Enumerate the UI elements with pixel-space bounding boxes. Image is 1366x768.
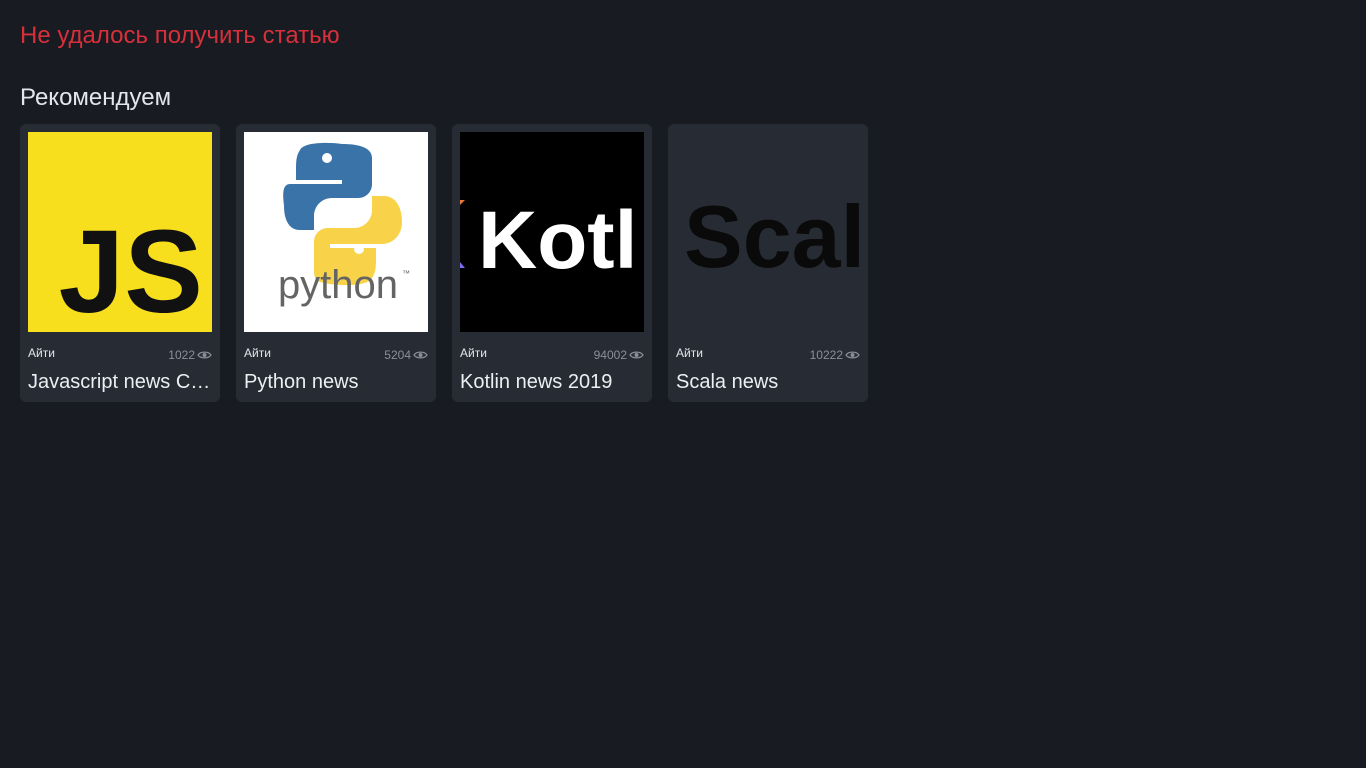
- views-count: 1022: [168, 348, 195, 362]
- article-meta: Айти 94002: [460, 344, 644, 362]
- recommend-title: Рекомендуем: [20, 84, 172, 111]
- article-title: Scala news: [676, 371, 779, 393]
- page: Не удалось получить статью Рекомендуем J…: [0, 0, 1366, 768]
- kotlin-logo-text: Kotl: [478, 195, 637, 286]
- article-meta: Айти 5204: [244, 344, 428, 362]
- article-meta: Айти 1022: [28, 344, 212, 362]
- article-card-javascript[interactable]: JS Айти 1022 Javascript news СВЕЖИЕ: [20, 124, 220, 402]
- views-count: 94002: [593, 348, 627, 362]
- javascript-logo: JS: [28, 132, 212, 332]
- error-message: Не удалось получить статью: [20, 22, 340, 49]
- article-title: Python news: [244, 371, 359, 393]
- article-image-scala: Scal: [676, 132, 860, 332]
- eye-icon: [845, 351, 860, 359]
- recommend-list: JS Айти 1022 Javascript news СВЕЖИЕ: [20, 124, 868, 402]
- article-image-javascript: JS: [28, 132, 212, 332]
- article-card-scala[interactable]: Scal Айти 10222 Scala news: [668, 124, 868, 402]
- eye-icon: [413, 351, 428, 359]
- article-category: Айти: [676, 346, 703, 360]
- scala-logo: Scal: [676, 132, 860, 332]
- article-title: Javascript news СВЕЖИЕ: [28, 371, 212, 393]
- article-views: 1022: [168, 348, 212, 362]
- eye-icon: [197, 351, 212, 359]
- article-category: Айти: [28, 346, 55, 360]
- article-views: 94002: [594, 348, 644, 362]
- eye-icon: [629, 351, 644, 359]
- article-card-python[interactable]: python ™ Айти 5204 Python news: [236, 124, 436, 402]
- kotlin-logo: Kotl: [460, 132, 644, 332]
- article-category: Айти: [244, 346, 271, 360]
- article-category: Айти: [460, 346, 487, 360]
- views-count: 5204: [384, 348, 411, 362]
- python-trademark: ™: [402, 269, 410, 278]
- scala-logo-text: Scal: [684, 187, 860, 286]
- article-title: Kotlin news 2019: [460, 371, 613, 393]
- article-views: 10222: [810, 348, 860, 362]
- python-logo-text: python: [278, 263, 398, 307]
- js-logo-text: JS: [59, 206, 203, 332]
- article-image-kotlin: Kotl: [460, 132, 644, 332]
- article-image-python: python ™: [244, 132, 428, 332]
- views-count: 10222: [809, 348, 843, 362]
- article-meta: Айти 10222: [676, 344, 860, 362]
- article-views: 5204: [384, 348, 428, 362]
- article-card-kotlin[interactable]: Kotl Айти 94002 Kotlin news 2019: [452, 124, 652, 402]
- python-logo: python ™: [244, 132, 428, 332]
